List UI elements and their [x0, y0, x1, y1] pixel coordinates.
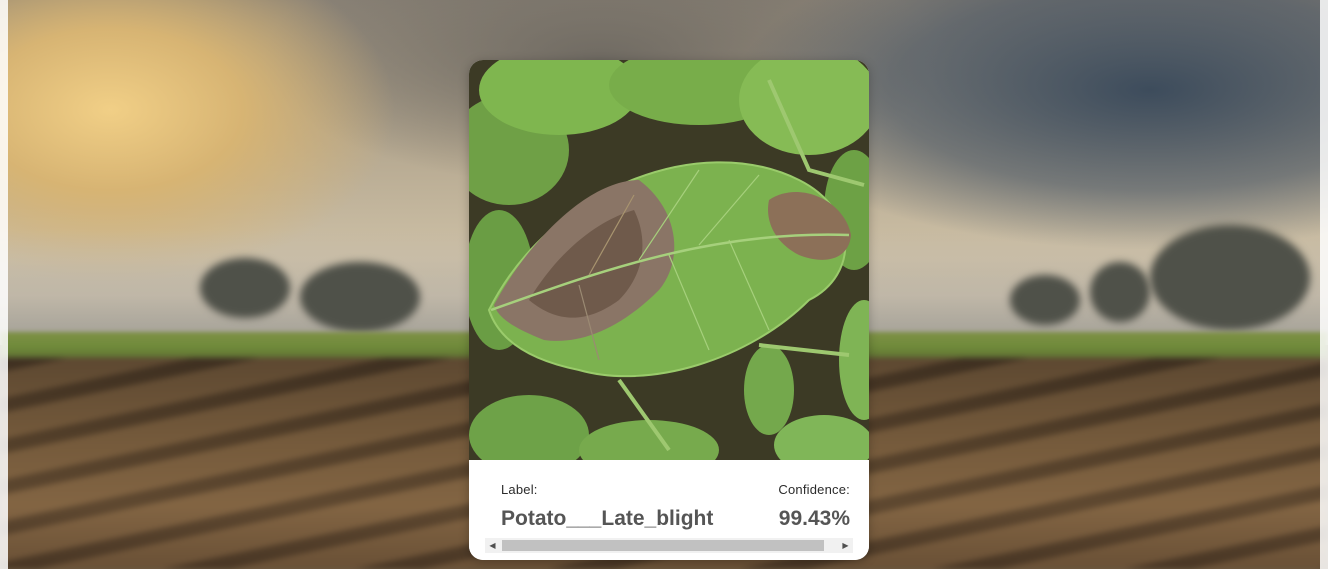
predicted-label: Potato___Late_blight — [501, 507, 714, 530]
background-left-edge — [0, 0, 8, 569]
scrollbar-thumb[interactable] — [502, 540, 824, 551]
background-tree — [200, 258, 290, 318]
background-tree — [1010, 275, 1080, 325]
scroll-right-arrow-icon[interactable]: ▶ — [838, 538, 853, 553]
prediction-card: Label: Confidence: Potato___Late_blight … — [469, 60, 869, 560]
label-caption: Label: — [501, 482, 538, 497]
background-tree — [300, 262, 420, 332]
prediction-panel: Label: Confidence: Potato___Late_blight … — [469, 460, 869, 560]
background-tree — [1090, 262, 1150, 322]
horizontal-scrollbar[interactable]: ◀ ▶ — [485, 538, 853, 553]
scroll-left-arrow-icon[interactable]: ◀ — [485, 538, 500, 553]
confidence-value: 99.43% — [778, 507, 850, 530]
background-tree — [1150, 225, 1310, 330]
leaf-image — [469, 60, 869, 460]
background-right-edge — [1320, 0, 1328, 569]
confidence-caption: Confidence: — [778, 482, 850, 497]
